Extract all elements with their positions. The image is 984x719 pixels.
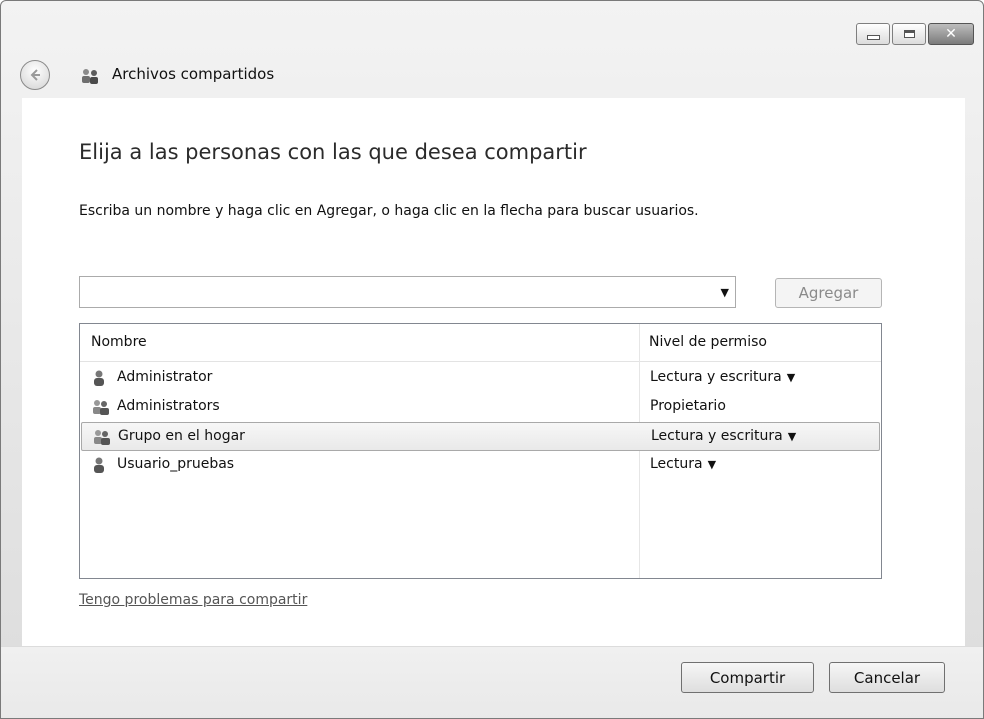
user-name-combobox[interactable]: ▼ [79, 276, 736, 308]
minimize-icon [866, 35, 880, 40]
list-row-usuario-pruebas[interactable]: Usuario_pruebas Lectura ▼ [81, 451, 880, 480]
caption-buttons: ✕ [856, 23, 974, 45]
permission-text: Propietario [650, 398, 726, 414]
permission-label: Lectura [650, 456, 703, 472]
column-header-name[interactable]: Nombre [91, 334, 147, 350]
close-button[interactable]: ✕ [928, 23, 974, 45]
page-heading: Elija a las personas con las que desea c… [79, 140, 587, 164]
dropdown-arrow-icon[interactable]: ▼ [721, 286, 729, 299]
back-button[interactable] [20, 60, 50, 90]
list-row-administrators[interactable]: Administrators Propietario [81, 393, 880, 422]
column-header-permission[interactable]: Nivel de permiso [649, 334, 767, 350]
sharing-help-link[interactable]: Tengo problemas para compartir [79, 592, 307, 608]
dropdown-arrow-icon[interactable]: ▼ [708, 458, 716, 471]
group-icon [93, 400, 109, 415]
list-row-grupo-en-el-hogar[interactable]: Grupo en el hogar Lectura y escritura ▼ [81, 422, 880, 451]
permission-dropdown[interactable]: Lectura ▼ [650, 456, 716, 472]
title-bar: Archivos compartidos [1, 56, 983, 96]
permission-dropdown[interactable]: Lectura y escritura ▼ [651, 428, 796, 444]
add-button[interactable]: Agregar [775, 278, 882, 308]
row-name: Usuario_pruebas [117, 456, 235, 472]
window-title: Archivos compartidos [112, 65, 275, 83]
shared-users-icon [82, 69, 98, 84]
minimize-button[interactable] [856, 23, 890, 45]
permission-label: Lectura y escritura [651, 428, 783, 444]
group-icon [94, 430, 110, 445]
permission-label: Lectura y escritura [650, 369, 782, 385]
cancel-button[interactable]: Cancelar [829, 662, 945, 693]
user-icon [94, 457, 104, 473]
sharing-list: Nombre Nivel de permiso Administrator Le… [79, 323, 882, 579]
permission-label: Propietario [650, 398, 726, 414]
share-button[interactable]: Compartir [681, 662, 814, 693]
list-header: Nombre Nivel de permiso [80, 324, 881, 362]
user-icon [94, 370, 104, 386]
dialog-window: ✕ Archivos compartidos Elija a las perso… [0, 0, 984, 719]
close-icon: ✕ [945, 26, 957, 42]
row-name: Grupo en el hogar [118, 428, 245, 444]
row-name: Administrators [117, 398, 220, 414]
maximize-icon [903, 30, 915, 38]
row-name: Administrator [117, 369, 213, 385]
instructions-text: Escriba un nombre y haga clic en Agregar… [79, 203, 699, 219]
list-row-administrator[interactable]: Administrator Lectura y escritura ▼ [81, 364, 880, 393]
dropdown-arrow-icon[interactable]: ▼ [788, 430, 796, 443]
maximize-button[interactable] [892, 23, 926, 45]
main-content: Elija a las personas con las que desea c… [22, 98, 965, 646]
dropdown-arrow-icon[interactable]: ▼ [787, 371, 795, 384]
permission-dropdown[interactable]: Lectura y escritura ▼ [650, 369, 795, 385]
dialog-footer: Compartir Cancelar [1, 646, 983, 718]
back-arrow-icon [30, 69, 40, 81]
